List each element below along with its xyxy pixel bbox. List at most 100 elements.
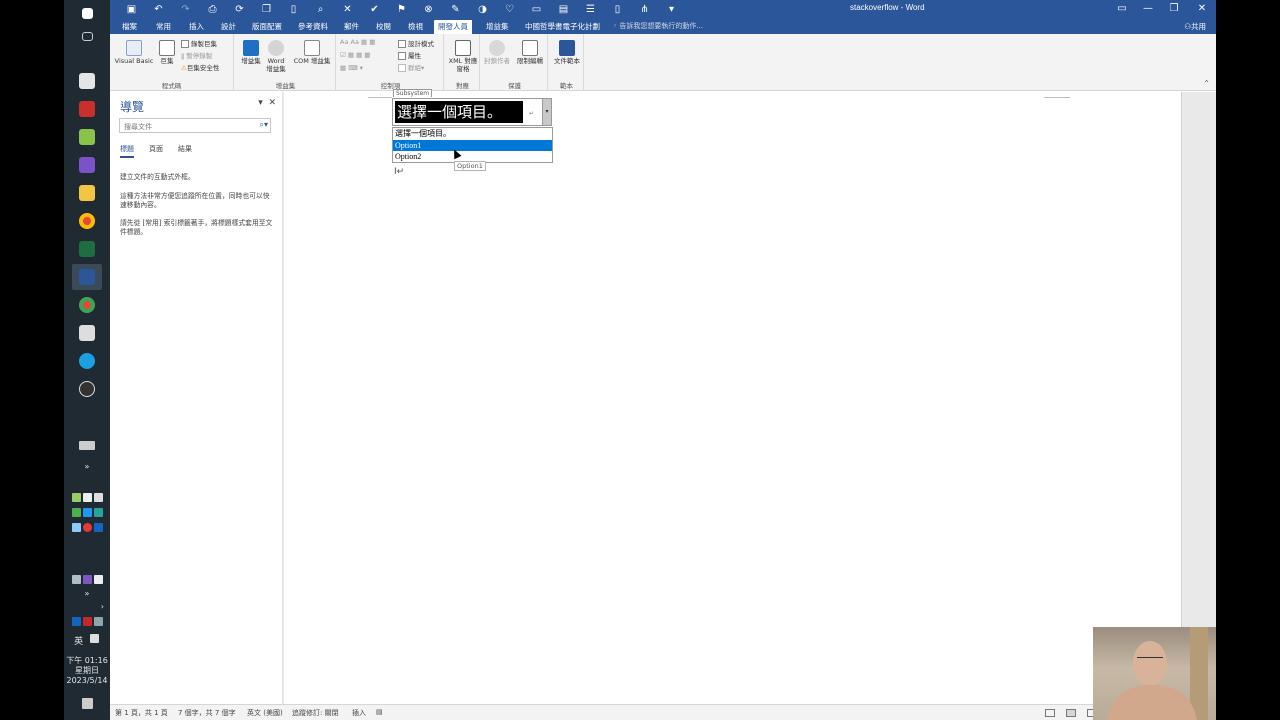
- tab-home[interactable]: 常用: [152, 20, 175, 34]
- read-mode-icon[interactable]: [1045, 709, 1055, 717]
- tab-view[interactable]: 檢視: [404, 20, 427, 34]
- tree-icon[interactable]: ⋔: [631, 2, 658, 17]
- new-doc-icon[interactable]: ▯: [280, 2, 307, 17]
- dropdown-option[interactable]: 選擇一個項目。: [393, 128, 552, 139]
- ribbon-display-options-icon[interactable]: ▭: [1110, 2, 1134, 16]
- obs-app-icon[interactable]: [72, 376, 102, 402]
- tray-network-icon[interactable]: [64, 440, 110, 454]
- content-control-placeholder[interactable]: 選擇一個項目。: [395, 101, 523, 123]
- status-track-changes[interactable]: 追蹤修訂: 關閉: [292, 708, 339, 718]
- dropdown-option-selected[interactable]: Option1: [393, 140, 552, 151]
- nav-search-input[interactable]: 搜尋文件 ⌕▾: [119, 118, 271, 133]
- macro-recording-icon[interactable]: ▤: [376, 708, 383, 716]
- tray-icons-row2[interactable]: [64, 507, 110, 521]
- xml-mapping-button[interactable]: XML 對應窗格: [448, 40, 478, 73]
- tab-design[interactable]: 設計: [217, 20, 240, 34]
- file-explorer-app-icon[interactable]: [72, 180, 102, 206]
- close-button[interactable]: ✕: [1190, 2, 1214, 16]
- tray-chevron-icon[interactable]: ›: [64, 602, 110, 612]
- page-icon[interactable]: ▭: [523, 2, 550, 17]
- chrome-app-icon[interactable]: [72, 208, 102, 234]
- macros-button[interactable]: 巨集: [156, 40, 178, 65]
- dropdown-content-control[interactable]: 選擇一個項目。 ↵ ▾: [392, 98, 552, 126]
- restrict-editing-button[interactable]: 限制編輯: [514, 40, 546, 65]
- zotero-app-icon[interactable]: [72, 68, 102, 94]
- tray-icons-row3[interactable]: [64, 522, 110, 536]
- tab-addins[interactable]: 增益集: [482, 20, 513, 34]
- tab-file[interactable]: 檔案: [118, 20, 141, 34]
- control-gallery-row1[interactable]: Aa Aa ▦ ▦: [340, 38, 375, 46]
- chrome-app-icon-2[interactable]: [72, 292, 102, 318]
- content-control-tag[interactable]: Subsystem: [393, 89, 433, 97]
- nav-tab-pages[interactable]: 頁面: [149, 144, 163, 154]
- tab-developer[interactable]: 開發人員: [434, 20, 472, 34]
- design-mode-button[interactable]: 設計模式: [398, 38, 434, 48]
- notification-icon[interactable]: [64, 697, 110, 713]
- doc-icon[interactable]: ▯: [604, 2, 631, 17]
- word-addins-button[interactable]: Word 增益集: [264, 40, 288, 73]
- dropdown-arrow-icon[interactable]: ▾: [542, 99, 551, 125]
- status-word-count[interactable]: 7 個字，共 7 個字: [178, 708, 236, 718]
- control-gallery-row3[interactable]: ▦ ⌨ ▾: [340, 64, 363, 72]
- document-template-button[interactable]: 文件範本: [551, 40, 583, 65]
- chart-icon[interactable]: ◑: [469, 2, 496, 17]
- document-page[interactable]: Subsystem 選擇一個項目。 ↵ ▾ 選擇一個項目。 Option1 Op…: [284, 89, 1182, 704]
- check-icon[interactable]: ✔: [361, 2, 388, 17]
- close-doc-icon[interactable]: ⊗: [415, 2, 442, 17]
- nav-tab-results[interactable]: 結果: [178, 144, 192, 154]
- record-macro-button[interactable]: 錄製巨集: [181, 38, 217, 48]
- restore-button[interactable]: ❐: [1162, 2, 1186, 16]
- excel-app-icon[interactable]: [72, 236, 102, 262]
- status-page[interactable]: 第 1 頁，共 1 頁: [115, 708, 168, 718]
- tab-ctext[interactable]: 中國哲學書電子化計劃: [521, 20, 604, 34]
- status-language[interactable]: 英文 (美國): [247, 708, 283, 718]
- pause-recording-button[interactable]: ǁ 暫停錄製: [181, 50, 212, 60]
- task-view-icon[interactable]: [72, 23, 102, 49]
- minimize-button[interactable]: —: [1136, 2, 1160, 16]
- tab-layout[interactable]: 版面配置: [248, 20, 286, 34]
- save-icon[interactable]: ▣: [118, 2, 145, 17]
- list-icon[interactable]: ☰: [577, 2, 604, 17]
- cut-icon[interactable]: ✕: [334, 2, 361, 17]
- word-app-icon[interactable]: [72, 264, 102, 290]
- edge-app-icon[interactable]: [72, 348, 102, 374]
- share-button[interactable]: ⚇共用: [1184, 21, 1206, 32]
- redo-icon[interactable]: ↷: [172, 2, 199, 17]
- print-icon[interactable]: ⎙: [199, 2, 226, 17]
- block-authors-button[interactable]: 封鎖作者: [482, 40, 512, 65]
- visual-studio-app-icon[interactable]: [72, 152, 102, 178]
- vertical-scrollbar[interactable]: [1183, 92, 1216, 704]
- copy-icon[interactable]: ❐: [253, 2, 280, 17]
- status-mode[interactable]: 插入: [352, 708, 366, 718]
- tray-icons-row1[interactable]: [64, 492, 110, 506]
- control-gallery-row2[interactable]: ☑ ▦ ▦ ▦: [340, 51, 370, 59]
- clock[interactable]: 下午 01:16 星期日 2023/5/14: [64, 656, 110, 686]
- properties-button[interactable]: 屬性: [398, 50, 421, 60]
- acrobat-app-icon[interactable]: [72, 96, 102, 122]
- layout-icon[interactable]: ▤: [550, 2, 577, 17]
- notepad-app-icon[interactable]: [72, 320, 102, 346]
- customize-qat-icon[interactable]: ▾: [658, 2, 685, 17]
- tab-review[interactable]: 校閱: [372, 20, 395, 34]
- spell-icon[interactable]: ♡: [496, 2, 523, 17]
- addins-button[interactable]: 增益集: [240, 40, 262, 65]
- tab-insert[interactable]: 插入: [185, 20, 208, 34]
- nav-tab-headings[interactable]: 標題: [120, 144, 134, 158]
- nav-options-icon[interactable]: ▾: [258, 98, 263, 108]
- tray-expand-icon[interactable]: »: [64, 462, 110, 472]
- visual-basic-button[interactable]: Visual Basic: [114, 40, 154, 65]
- collapse-ribbon-icon[interactable]: ⌃: [1203, 79, 1210, 88]
- pin-icon[interactable]: ⚑: [388, 2, 415, 17]
- print-layout-icon[interactable]: [1066, 709, 1076, 717]
- undo-icon[interactable]: ↶: [145, 2, 172, 17]
- group-button[interactable]: 群組▾: [398, 62, 424, 72]
- tray-icons-row5[interactable]: [64, 616, 110, 630]
- tab-mailings[interactable]: 郵件: [340, 20, 363, 34]
- tools-icon[interactable]: ✎: [442, 2, 469, 17]
- ime-indicator[interactable]: 英: [64, 633, 110, 647]
- notepadpp-app-icon[interactable]: [72, 124, 102, 150]
- tray-expand-icon-2[interactable]: »: [64, 589, 110, 599]
- macro-security-button[interactable]: ⚠巨集安全性: [181, 62, 219, 72]
- search-icon[interactable]: ⌕▾: [260, 120, 269, 130]
- tab-references[interactable]: 參考資料: [294, 20, 332, 34]
